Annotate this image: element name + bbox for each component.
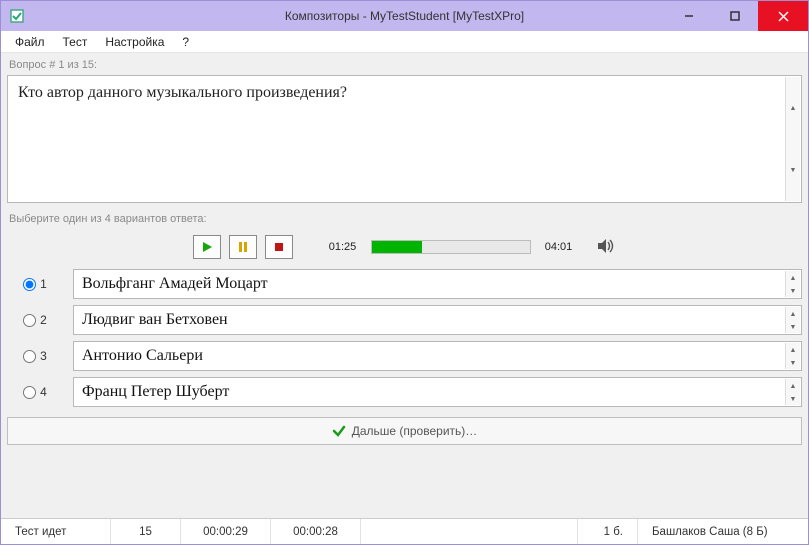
status-total-questions: 15 <box>111 519 181 544</box>
scroll-up-icon[interactable]: ▲ <box>785 379 800 392</box>
scroll-up-icon[interactable]: ▲ <box>785 271 800 284</box>
answer-radio-input[interactable] <box>23 386 36 399</box>
answer-text: Антонио Сальери <box>82 347 203 364</box>
answer-scroll[interactable]: ▲▼ <box>785 379 800 405</box>
minimize-button[interactable] <box>666 1 712 31</box>
answer-row: 4 Франц Петер Шуберт ▲▼ <box>7 377 802 407</box>
titlebar[interactable]: Композиторы - MyTestStudent [MyTestXPro] <box>1 1 808 31</box>
app-icon <box>9 8 25 24</box>
media-total-time: 04:01 <box>539 241 579 253</box>
answer-radio-2[interactable]: 2 <box>7 305 63 335</box>
menu-file[interactable]: Файл <box>7 33 53 51</box>
next-button-label: Дальше (проверить)… <box>352 424 478 438</box>
answer-text-box[interactable]: Франц Петер Шуберт ▲▼ <box>73 377 802 407</box>
question-text-panel: Кто автор данного музыкального произведе… <box>7 75 802 203</box>
answer-radio-input[interactable] <box>23 350 36 363</box>
scroll-up-icon[interactable]: ▲ <box>785 307 800 320</box>
app-window: Композиторы - MyTestStudent [MyTestXPro]… <box>0 0 809 545</box>
scroll-down-icon[interactable]: ▼ <box>785 356 800 369</box>
scroll-down-icon[interactable]: ▼ <box>785 284 800 297</box>
scroll-down-icon[interactable]: ▼ <box>785 139 800 201</box>
check-icon <box>332 424 346 438</box>
pause-button[interactable] <box>229 235 257 259</box>
media-current-time: 01:25 <box>323 241 363 253</box>
next-button[interactable]: Дальше (проверить)… <box>7 417 802 445</box>
answer-radio-input[interactable] <box>23 314 36 327</box>
answer-number: 2 <box>40 313 47 327</box>
answer-row: 2 Людвиг ван Бетховен ▲▼ <box>7 305 802 335</box>
status-score: 1 б. <box>578 519 638 544</box>
status-user: Башлаков Саша (8 Б) <box>638 519 808 544</box>
play-button[interactable] <box>193 235 221 259</box>
answer-text: Вольфганг Амадей Моцарт <box>82 275 268 292</box>
maximize-button[interactable] <box>712 1 758 31</box>
answer-number: 1 <box>40 277 47 291</box>
status-remaining: 00:00:28 <box>271 519 361 544</box>
client-area: Вопрос # 1 из 15: Кто автор данного музы… <box>1 53 808 518</box>
status-elapsed: 00:00:29 <box>181 519 271 544</box>
question-scroll[interactable]: ▲ ▼ <box>785 77 800 201</box>
answer-radio-3[interactable]: 3 <box>7 341 63 371</box>
answer-number: 4 <box>40 385 47 399</box>
answer-scroll[interactable]: ▲▼ <box>785 343 800 369</box>
stop-button[interactable] <box>265 235 293 259</box>
menu-help[interactable]: ? <box>174 33 197 51</box>
scroll-up-icon[interactable]: ▲ <box>785 77 800 139</box>
menu-test[interactable]: Тест <box>55 33 96 51</box>
answer-radio-input[interactable] <box>23 278 36 291</box>
menubar: Файл Тест Настройка ? <box>1 31 808 53</box>
answer-radio-1[interactable]: 1 <box>7 269 63 299</box>
answer-row: 1 Вольфганг Амадей Моцарт ▲▼ <box>7 269 802 299</box>
scroll-down-icon[interactable]: ▼ <box>785 320 800 333</box>
answer-scroll[interactable]: ▲▼ <box>785 307 800 333</box>
answer-radio-4[interactable]: 4 <box>7 377 63 407</box>
menu-settings[interactable]: Настройка <box>97 33 172 51</box>
status-state: Тест идет <box>1 519 111 544</box>
status-spacer <box>361 519 578 544</box>
answer-text-box[interactable]: Вольфганг Амадей Моцарт ▲▼ <box>73 269 802 299</box>
answer-text: Людвиг ван Бетховен <box>82 311 228 328</box>
answer-text-box[interactable]: Людвиг ван Бетховен ▲▼ <box>73 305 802 335</box>
volume-icon[interactable] <box>597 238 617 257</box>
question-counter: Вопрос # 1 из 15: <box>7 57 802 73</box>
answer-row: 3 Антонио Сальери ▲▼ <box>7 341 802 371</box>
close-button[interactable] <box>758 1 808 31</box>
statusbar: Тест идет 15 00:00:29 00:00:28 1 б. Башл… <box>1 518 808 544</box>
answer-text: Франц Петер Шуберт <box>82 383 229 400</box>
media-progress[interactable] <box>371 240 531 254</box>
answer-text-box[interactable]: Антонио Сальери ▲▼ <box>73 341 802 371</box>
question-text: Кто автор данного музыкального произведе… <box>18 84 347 101</box>
answer-scroll[interactable]: ▲▼ <box>785 271 800 297</box>
window-controls <box>666 1 808 31</box>
answer-number: 3 <box>40 349 47 363</box>
answers-hint: Выберите один из 4 вариантов ответа: <box>7 211 802 227</box>
media-controls: 01:25 04:01 <box>7 229 802 267</box>
answers-list: 1Вольфганг Амадей Моцарт▲▼2Людвиг ван Бе… <box>7 269 802 407</box>
scroll-down-icon[interactable]: ▼ <box>785 392 800 405</box>
scroll-up-icon[interactable]: ▲ <box>785 343 800 356</box>
